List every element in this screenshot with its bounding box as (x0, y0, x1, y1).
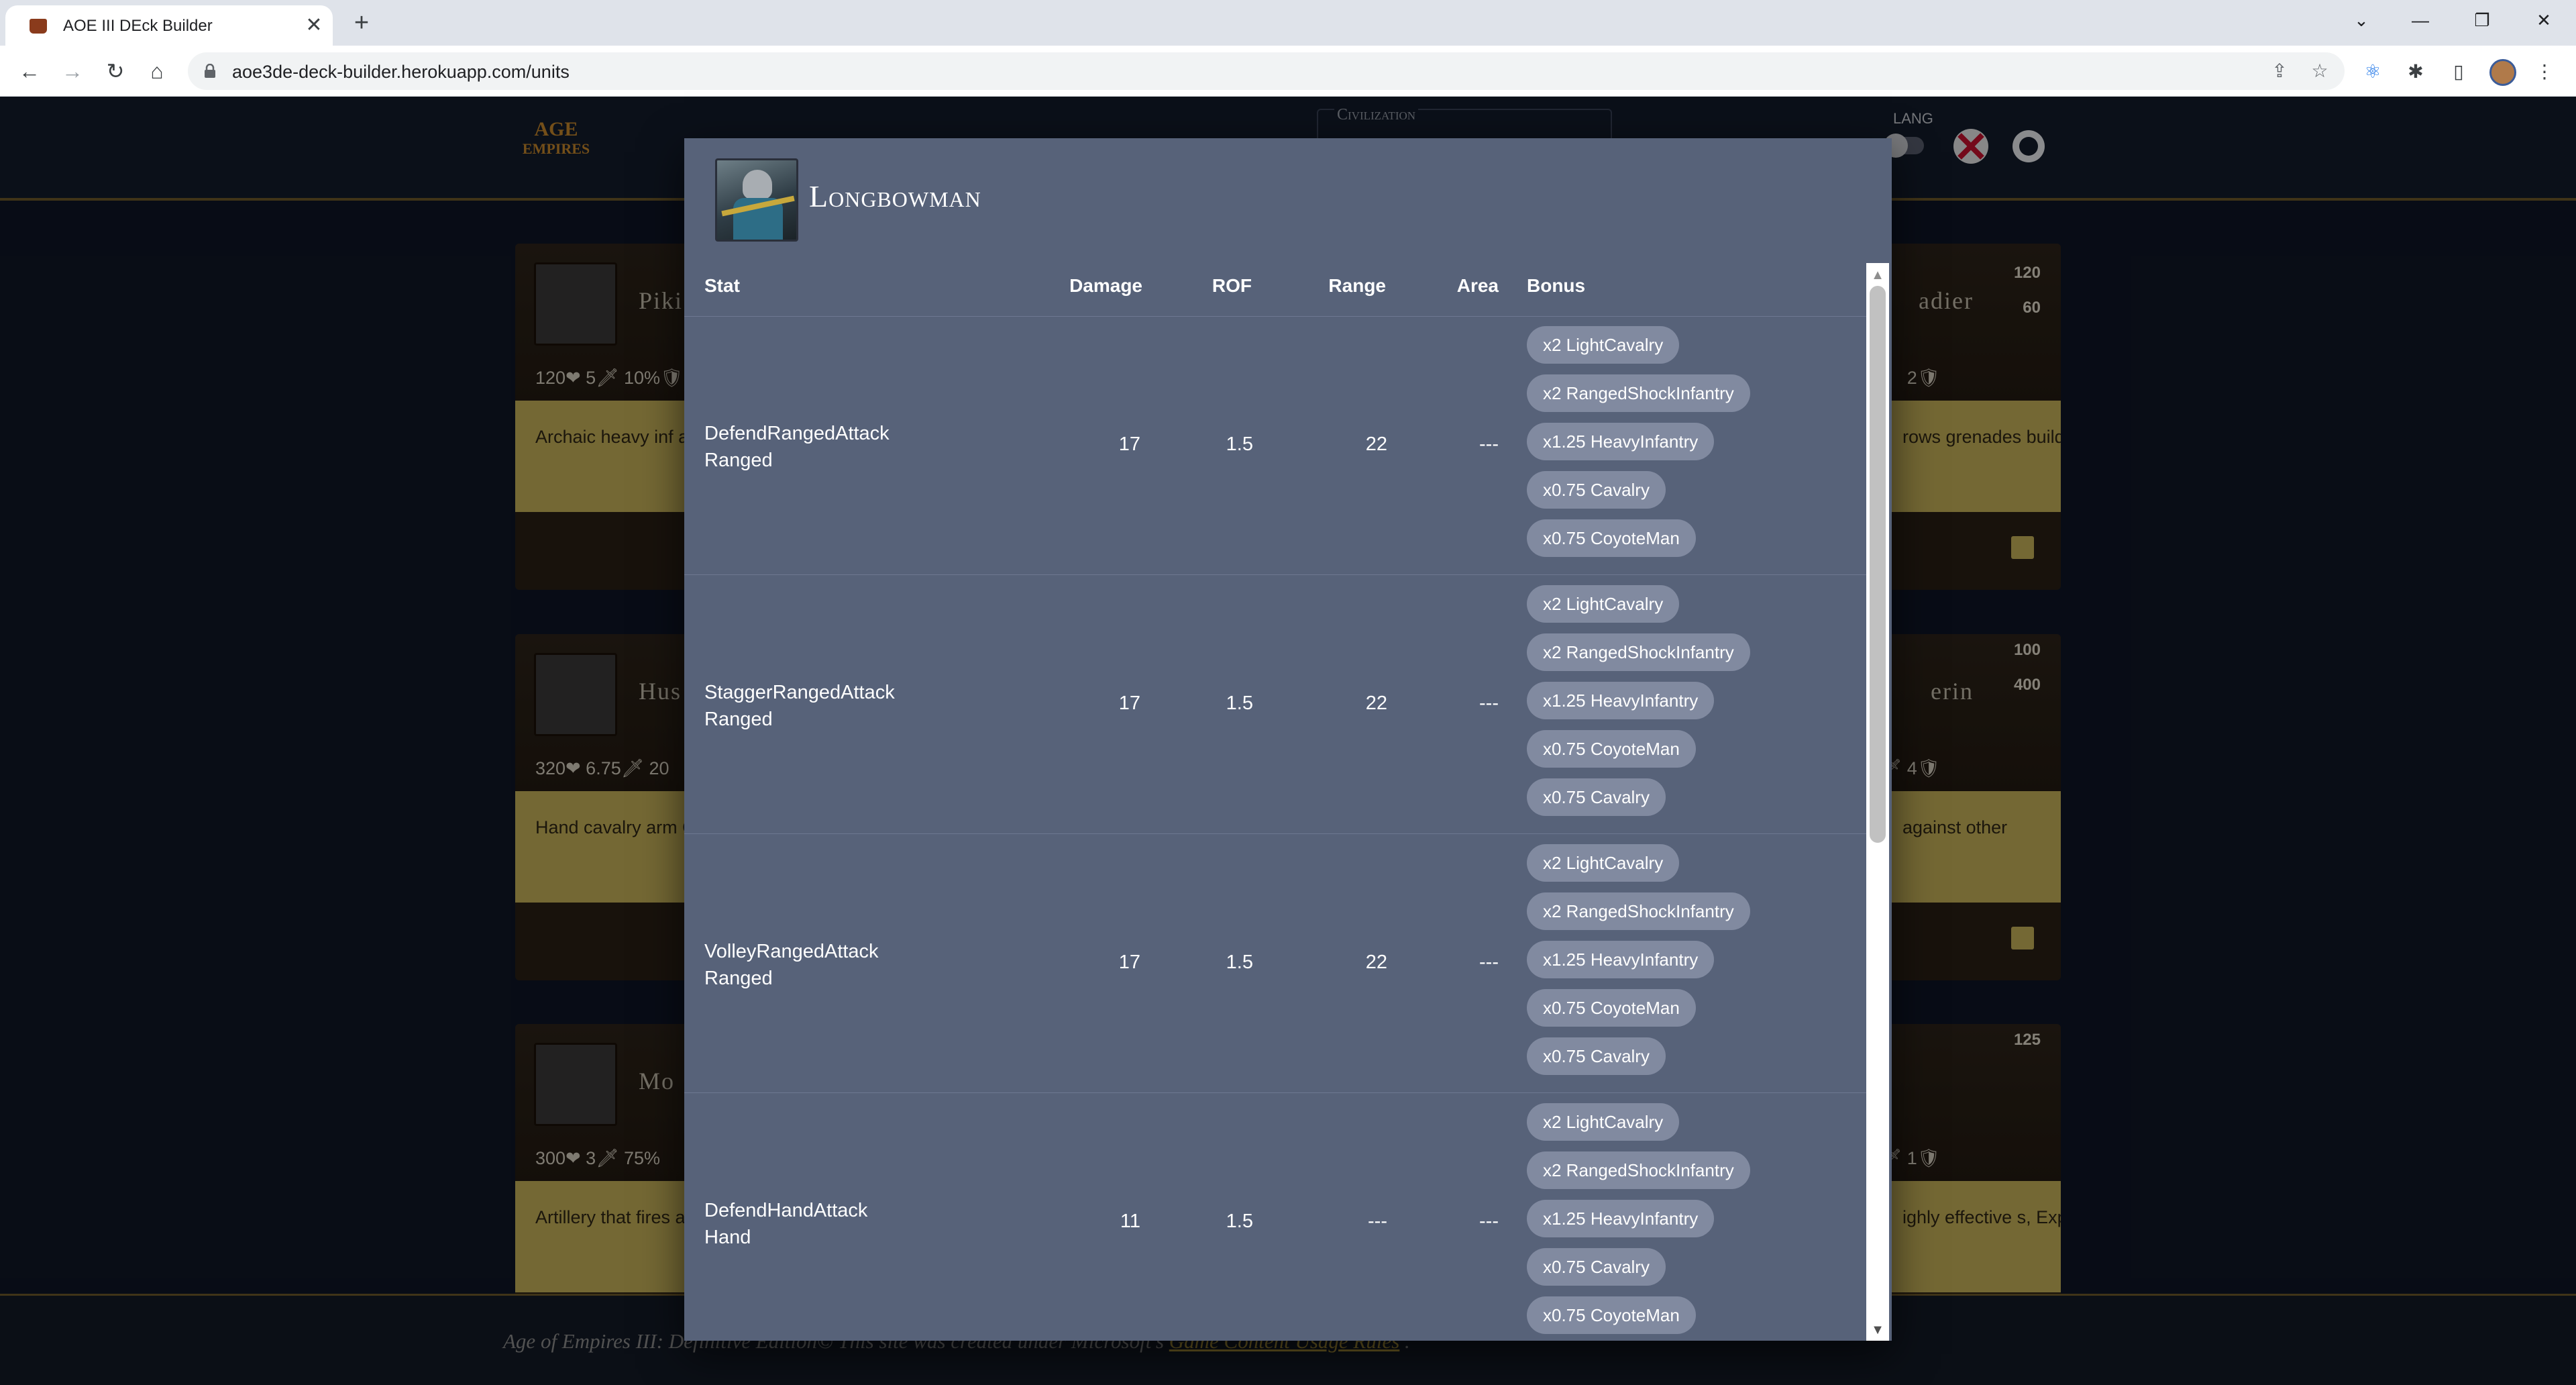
profile-avatar[interactable] (2489, 59, 2516, 86)
minimize-button[interactable]: — (2390, 0, 2451, 40)
bonus-cell: x2 LightCavalry x2 RangedShockInfantry x… (1527, 585, 1835, 827)
maximize-button[interactable]: ❐ (2451, 0, 2513, 40)
bonus-chip[interactable]: x2 RangedShockInfantry (1527, 374, 1750, 412)
back-button[interactable]: ← (12, 54, 47, 89)
rof-cell: 1.5 (1226, 952, 1253, 973)
browser-toolbar: ← → ↻ ⌂ aoe3de-deck-builder.herokuapp.co… (0, 46, 2576, 97)
bonus-chip[interactable]: x2 LightCavalry (1527, 1103, 1680, 1141)
area-cell: --- (1479, 433, 1499, 455)
bonus-chip[interactable]: x0.75 Cavalry (1527, 778, 1666, 816)
column-header-rof: ROF (1212, 275, 1252, 296)
browser-menu-icon[interactable]: ⋮ (2533, 60, 2556, 83)
range-cell: --- (1368, 1211, 1387, 1232)
column-header-bonus: Bonus (1527, 275, 1586, 296)
area-cell: --- (1479, 952, 1499, 973)
lock-icon (205, 64, 215, 78)
bonus-chip[interactable]: x2 RangedShockInfantry (1527, 892, 1750, 930)
attack-stats-table[interactable]: Stat Damage ROF Range Area Bonus DefendR… (684, 263, 1866, 1341)
bonus-chip[interactable]: x0.75 CoyoteMan (1527, 730, 1696, 768)
damage-cell: 11 (1120, 1211, 1140, 1232)
bonus-cell: x2 LightCavalry x2 RangedShockInfantry x… (1527, 326, 1835, 568)
new-tab-button[interactable]: + (345, 8, 378, 40)
scroll-down-arrow-icon[interactable]: ▼ (1866, 1322, 1889, 1338)
bonus-chip[interactable]: x2 RangedShockInfantry (1527, 633, 1750, 671)
bonus-chip[interactable]: x1.25 HeavyInfantry (1527, 682, 1715, 719)
range-cell: 22 (1365, 433, 1387, 455)
side-panel-icon[interactable]: ▯ (2447, 60, 2470, 83)
bonus-chip[interactable]: x1.25 HeavyInfantry (1527, 1200, 1715, 1237)
favicon-icon (30, 19, 47, 34)
range-cell: 22 (1365, 952, 1387, 973)
bonus-chip[interactable]: x0.75 Cavalry (1527, 1037, 1666, 1075)
bonus-chip[interactable]: x2 LightCavalry (1527, 326, 1680, 364)
stat-cell: DefendRangedAttack Ranged (704, 423, 890, 471)
bonus-chip[interactable]: x0.75 CoyoteMan (1527, 989, 1696, 1027)
url-text: aoe3de-deck-builder.herokuapp.com/units (232, 62, 570, 82)
longbowman-portrait (715, 158, 798, 242)
bonus-cell: x2 LightCavalry x2 RangedShockInfantry x… (1527, 844, 1835, 1086)
bonus-chip[interactable]: x1.25 HeavyInfantry (1527, 423, 1715, 460)
damage-cell: 17 (1118, 692, 1140, 714)
table-header: Stat Damage ROF Range Area Bonus (684, 263, 1866, 317)
bonus-chip[interactable]: x0.75 CoyoteMan (1527, 519, 1696, 557)
forward-button[interactable]: → (55, 54, 90, 89)
reload-button[interactable]: ↻ (98, 54, 133, 89)
bonus-chip[interactable]: x2 LightCavalry (1527, 585, 1680, 623)
bonus-chip[interactable]: x0.75 CoyoteMan (1527, 1296, 1696, 1334)
table-row: VolleyRangedAttack Ranged 17 1.5 22 --- … (684, 835, 1866, 1093)
damage-cell: 17 (1118, 433, 1140, 455)
stat-cell: DefendHandAttack Hand (704, 1200, 868, 1248)
modal-title: Longbowman (809, 179, 981, 213)
rof-cell: 1.5 (1226, 433, 1253, 455)
browser-tab-bar: AOE III DEck Builder ✕ + ⌄ — ❐ ✕ (0, 0, 2576, 46)
bonus-chip[interactable]: x0.75 Cavalry (1527, 1248, 1666, 1286)
bonus-chip[interactable]: x2 LightCavalry (1527, 844, 1680, 882)
modal-header: Longbowman (684, 138, 1892, 263)
close-window-button[interactable]: ✕ (2513, 0, 2575, 40)
extensions-icon[interactable]: ✱ (2404, 60, 2427, 83)
table-row: DefendHandAttack Hand 11 1.5 --- --- x2 … (684, 1094, 1866, 1341)
address-bar[interactable]: aoe3de-deck-builder.herokuapp.com/units … (188, 52, 2345, 90)
bonus-cell: x2 LightCavalry x2 RangedShockInfantry x… (1527, 1103, 1835, 1341)
area-cell: --- (1479, 692, 1499, 714)
home-button[interactable]: ⌂ (140, 54, 174, 89)
column-header-damage: Damage (1069, 275, 1142, 296)
area-cell: --- (1479, 1211, 1499, 1232)
scroll-up-arrow-icon[interactable]: ▲ (1866, 267, 1889, 283)
column-header-area: Area (1456, 275, 1499, 296)
scrollbar-thumb[interactable] (1870, 286, 1886, 843)
tab-title: AOE III DEck Builder (63, 17, 213, 35)
unit-detail-modal: Longbowman Stat Damage ROF Range Area Bo… (684, 138, 1892, 1341)
browser-tab[interactable]: AOE III DEck Builder ✕ (5, 5, 333, 46)
damage-cell: 17 (1118, 952, 1140, 973)
bonus-chip[interactable]: x1.25 HeavyInfantry (1527, 941, 1715, 978)
rof-cell: 1.5 (1226, 1211, 1253, 1232)
column-header-stat: Stat (704, 275, 740, 296)
stat-cell: StaggerRangedAttack Ranged (704, 682, 895, 730)
tab-list-button[interactable]: ⌄ (2330, 0, 2392, 40)
table-row: StaggerRangedAttack Ranged 17 1.5 22 ---… (684, 576, 1866, 834)
column-header-range: Range (1328, 275, 1386, 296)
react-devtools-icon[interactable]: ⚛ (2361, 60, 2384, 83)
stat-cell: VolleyRangedAttack Ranged (704, 941, 879, 989)
rof-cell: 1.5 (1226, 692, 1253, 714)
bonus-chip[interactable]: x0.75 Cavalry (1527, 471, 1666, 509)
range-cell: 22 (1365, 692, 1387, 714)
bookmark-star-icon[interactable]: ☆ (2308, 59, 2332, 83)
table-row: DefendRangedAttack Ranged 17 1.5 22 --- … (684, 317, 1866, 575)
share-icon[interactable]: ⇪ (2267, 59, 2292, 83)
bonus-chip[interactable]: x2 RangedShockInfantry (1527, 1151, 1750, 1189)
tab-close-button[interactable]: ✕ (301, 12, 327, 39)
modal-scrollbar[interactable]: ▲ ▼ (1866, 263, 1889, 1341)
